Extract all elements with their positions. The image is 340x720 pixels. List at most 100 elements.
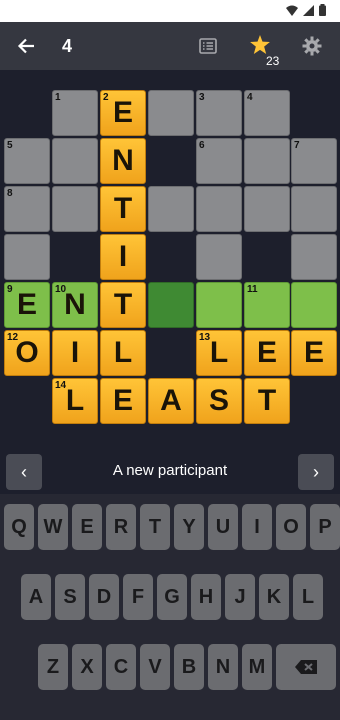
key-u[interactable]: U <box>208 504 238 550</box>
settings-button[interactable] <box>292 26 332 66</box>
cell-letter: I <box>70 336 80 369</box>
cell-letter: L <box>113 336 133 369</box>
key-q[interactable]: Q <box>4 504 34 550</box>
grid-cell[interactable] <box>148 90 194 136</box>
key-z[interactable]: Z <box>38 644 68 690</box>
grid-cell[interactable] <box>196 234 242 280</box>
grid-cell[interactable]: 10 N <box>52 282 98 328</box>
key-k[interactable]: K <box>259 574 289 620</box>
clue-number: 3 <box>199 92 205 103</box>
grid-cell[interactable]: T <box>100 282 146 328</box>
grid-cell[interactable]: L <box>100 330 146 376</box>
signal-icon <box>303 4 314 16</box>
grid-cell[interactable]: 7 <box>291 138 337 184</box>
cell-letter: E <box>303 336 324 369</box>
key-a[interactable]: A <box>21 574 51 620</box>
clue-text: A new participant <box>112 462 228 479</box>
grid-cell[interactable] <box>148 186 194 232</box>
keyboard: QWERTYUIOP ASDFGHJKL ZXCVBNM <box>0 494 340 720</box>
key-n[interactable]: N <box>208 644 238 690</box>
grid-cell[interactable]: T <box>100 186 146 232</box>
key-f[interactable]: F <box>123 574 153 620</box>
backspace-key[interactable] <box>276 644 336 690</box>
key-d[interactable]: D <box>89 574 119 620</box>
grid-cell[interactable] <box>196 282 242 328</box>
key-w[interactable]: W <box>38 504 68 550</box>
cell-letter: T <box>113 192 133 225</box>
cell-letter: E <box>16 288 37 321</box>
grid-cell[interactable]: 3 <box>196 90 242 136</box>
key-y[interactable]: Y <box>174 504 204 550</box>
key-g[interactable]: G <box>157 574 187 620</box>
grid-cell[interactable]: N <box>100 138 146 184</box>
grid-cell[interactable]: T <box>244 378 290 424</box>
grid-cell[interactable]: S <box>196 378 242 424</box>
clue-number: 11 <box>247 284 258 295</box>
grid-cell[interactable]: 8 <box>4 186 50 232</box>
clue-number: 1 <box>55 92 61 103</box>
previous-clue-button[interactable]: ‹ <box>6 454 42 490</box>
grid-cell[interactable] <box>52 186 98 232</box>
battery-icon <box>319 4 326 16</box>
key-t[interactable]: T <box>140 504 170 550</box>
grid-cell[interactable] <box>291 186 337 232</box>
grid-cell[interactable]: 2E <box>100 90 146 136</box>
key-h[interactable]: H <box>191 574 221 620</box>
grid-cell[interactable] <box>291 234 337 280</box>
cell-letter: O <box>15 336 39 369</box>
grid-cell[interactable] <box>4 234 50 280</box>
puzzle-number: 4 <box>62 36 73 56</box>
grid-cell[interactable]: E <box>100 378 146 424</box>
cell-letter: E <box>112 384 133 417</box>
grid-cell[interactable] <box>244 138 290 184</box>
gear-icon <box>302 36 322 56</box>
key-x[interactable]: X <box>72 644 102 690</box>
grid-cell[interactable]: 14 L <box>52 378 98 424</box>
grid-cell[interactable]: I <box>52 330 98 376</box>
key-p[interactable]: P <box>310 504 340 550</box>
grid-cell[interactable] <box>52 138 98 184</box>
cell-letter: A <box>160 384 182 417</box>
grid-cell[interactable] <box>291 282 337 328</box>
grid-cell[interactable]: I <box>100 234 146 280</box>
key-e[interactable]: E <box>72 504 102 550</box>
status-bar <box>0 0 340 22</box>
grid-cell[interactable] <box>244 186 290 232</box>
key-o[interactable]: O <box>276 504 306 550</box>
key-s[interactable]: S <box>55 574 85 620</box>
grid-cell[interactable]: E <box>291 330 337 376</box>
key-l[interactable]: L <box>293 574 323 620</box>
grid-cell[interactable] <box>196 186 242 232</box>
key-b[interactable]: B <box>174 644 204 690</box>
grid-cell[interactable]: 12 O <box>4 330 50 376</box>
grid-cell[interactable]: A <box>148 378 194 424</box>
grid-cell[interactable] <box>148 282 194 328</box>
cell-letter: T <box>113 288 133 321</box>
key-c[interactable]: C <box>106 644 136 690</box>
grid-cell[interactable]: 4 <box>244 90 290 136</box>
next-clue-button[interactable]: › <box>298 454 334 490</box>
key-j[interactable]: J <box>225 574 255 620</box>
status-icons <box>286 4 326 16</box>
cell-letter: T <box>257 384 277 417</box>
grid-cell[interactable]: 13 L <box>196 330 242 376</box>
key-m[interactable]: M <box>242 644 272 690</box>
grid-cell[interactable]: E <box>244 330 290 376</box>
grid-cell[interactable]: 6 <box>196 138 242 184</box>
star-icon <box>250 34 270 54</box>
grid-cell[interactable]: 11 <box>244 282 290 328</box>
grid-cell[interactable]: 1 <box>52 90 98 136</box>
wifi-icon <box>286 5 298 16</box>
key-v[interactable]: V <box>140 644 170 690</box>
grid-cell[interactable]: 5 <box>4 138 50 184</box>
cell-letter: N <box>112 144 134 177</box>
key-i[interactable]: I <box>242 504 272 550</box>
cell-letter: E <box>256 336 277 369</box>
key-r[interactable]: R <box>106 504 136 550</box>
back-button[interactable] <box>6 26 46 66</box>
clue-number: 5 <box>7 140 13 151</box>
grid-cell[interactable]: 9E <box>4 282 50 328</box>
clue-list-button[interactable] <box>188 26 228 66</box>
back-arrow-icon <box>17 38 34 54</box>
list-icon <box>199 38 217 54</box>
